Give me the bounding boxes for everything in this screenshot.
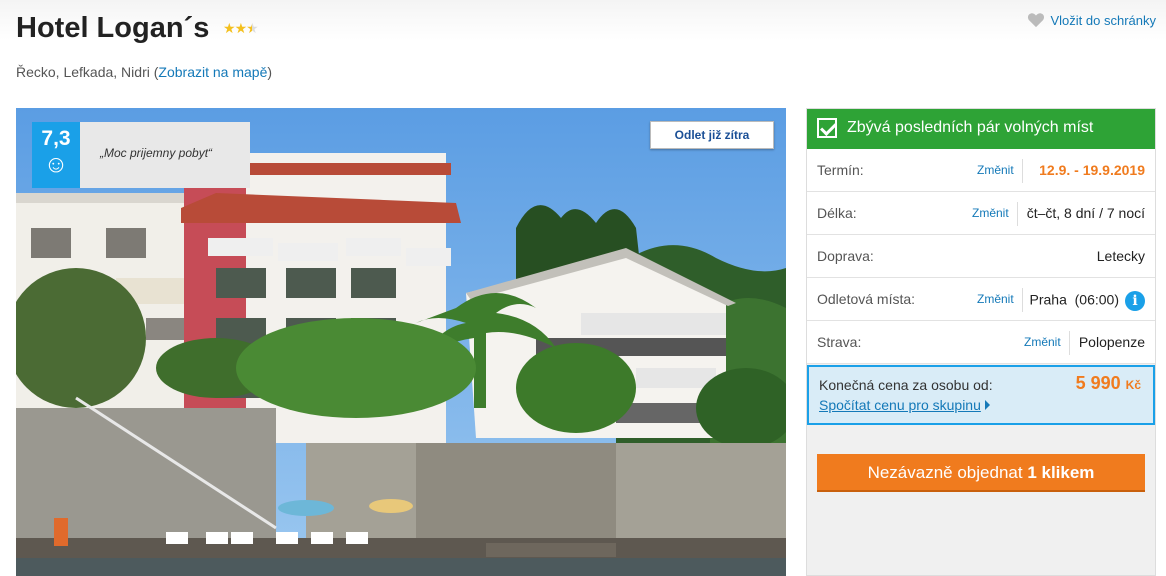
hotel-photo[interactable]: 7,3 ☺ „Moc prijemny pobyt“ Odlet již zít… <box>16 108 786 576</box>
change-date-link[interactable]: Změnit <box>977 163 1014 177</box>
detail-row-odletova-mista: Odletová místa: Změnit Praha (06:00) i <box>807 278 1155 321</box>
rating-score-box: 7,3 ☺ <box>32 122 80 188</box>
departure-badge: Odlet již zítra <box>650 121 774 149</box>
heart-icon <box>1027 13 1044 28</box>
order-button[interactable]: Nezávazně objednat 1 klikem <box>817 454 1145 492</box>
star-rating: ★★★ <box>223 20 259 37</box>
divider <box>1069 331 1070 355</box>
order-button-bold: 1 klikem <box>1027 463 1095 482</box>
detail-value: 12.9. - 19.9.2019 <box>1039 162 1145 178</box>
detail-label: Doprava: <box>817 248 874 264</box>
divider <box>1022 159 1023 183</box>
detail-row-doprava: Doprava: Letecky <box>807 235 1155 278</box>
smiley-icon: ☺ <box>43 151 69 178</box>
detail-label: Strava: <box>817 334 862 350</box>
detail-value: Letecky <box>1096 248 1145 264</box>
half-star-icon: ★ <box>246 20 259 36</box>
detail-value: Praha (06:00) <box>1029 291 1120 308</box>
add-to-favorites[interactable]: Vložit do schránky <box>1027 12 1157 28</box>
change-length-link[interactable]: Změnit <box>972 206 1009 220</box>
availability-banner: Zbývá posledních pár volných míst <box>807 109 1155 149</box>
availability-text: Zbývá posledních pár volných míst <box>847 119 1094 136</box>
rating-widget[interactable]: 7,3 ☺ „Moc prijemny pobyt“ <box>32 122 250 188</box>
group-price-link[interactable]: Spočítat cenu pro skupinu <box>819 397 981 413</box>
price-value: 5 990 Kč <box>1076 373 1141 394</box>
location-text: Řecko, Lefkada, Nidri ( <box>16 64 159 80</box>
show-on-map-link[interactable]: Zobrazit na mapě <box>158 64 267 80</box>
price-label: Konečná cena za osobu od: <box>819 377 993 393</box>
detail-row-delka: Délka: Změnit čt–čt, 8 dní / 7 nocí <box>807 192 1155 235</box>
info-icon[interactable]: i <box>1125 291 1145 311</box>
checkbox-check-icon <box>817 118 837 138</box>
detail-label: Délka: <box>817 205 857 221</box>
booking-panel: Zbývá posledních pár volných míst Termín… <box>806 108 1156 576</box>
price-amount: 5 990 <box>1075 373 1121 393</box>
arrow-right-icon <box>985 400 990 410</box>
detail-row-termin: Termín: Změnit 12.9. - 19.9.2019 <box>807 149 1155 192</box>
detail-value: čt–čt, 8 dní / 7 nocí <box>1026 205 1145 221</box>
trip-details: Termín: Změnit 12.9. - 19.9.2019 Délka: … <box>807 149 1155 364</box>
detail-row-strava: Strava: Změnit Polopenze <box>807 321 1155 364</box>
rating-quote: „Moc prijemny pobyt“ <box>80 122 250 188</box>
detail-value-with-info: Praha (06:00) i <box>1029 291 1145 311</box>
star-icon: ★ <box>234 20 248 36</box>
divider <box>1022 288 1023 312</box>
detail-label: Termín: <box>817 162 864 178</box>
order-button-label: Nezávazně objednat <box>867 463 1028 482</box>
star-icon: ★ <box>223 20 236 36</box>
favorites-label: Vložit do schránky <box>1050 12 1157 28</box>
location-suffix: ) <box>267 64 273 80</box>
change-departure-link[interactable]: Změnit <box>977 292 1014 306</box>
price-box: Konečná cena za osobu od: 5 990 Kč Spočí… <box>807 365 1155 425</box>
hotel-title: Hotel Logan´s <box>16 12 210 44</box>
rating-score: 7,3 <box>41 127 71 150</box>
location: Řecko, Lefkada, Nidri (Zobrazit na mapě) <box>16 64 272 80</box>
change-board-link[interactable]: Změnit <box>1024 335 1061 349</box>
divider <box>1017 202 1018 226</box>
price-currency: Kč <box>1125 378 1141 392</box>
detail-value: Polopenze <box>1078 334 1145 350</box>
detail-label: Odletová místa: <box>817 291 916 307</box>
